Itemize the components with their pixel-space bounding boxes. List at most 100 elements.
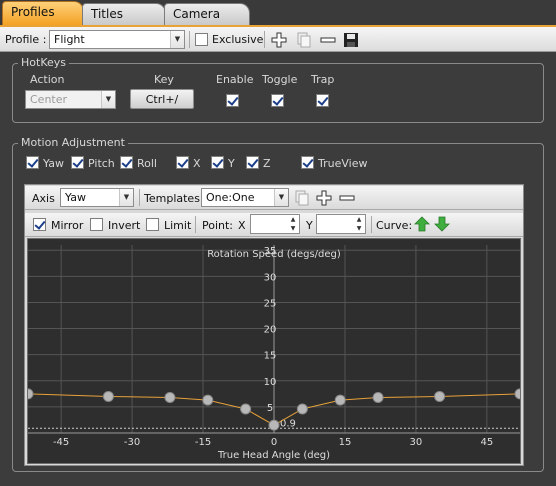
yaw-label: Yaw — [43, 157, 64, 170]
curve-label: Curve: — [376, 219, 413, 232]
roll-checkbox[interactable] — [120, 156, 133, 169]
invert-checkbox[interactable] — [90, 218, 103, 231]
hotkey-action-value: Center — [30, 93, 68, 106]
chevron-down-icon: ▼ — [101, 91, 115, 108]
tab-titles-label: Titles — [91, 7, 123, 21]
mirror-checkbox[interactable] — [33, 218, 46, 231]
curve-down-arrow-icon[interactable] — [434, 216, 450, 232]
hotkeys-action-header: Action — [30, 73, 65, 86]
hotkey-toggle-checkbox[interactable] — [271, 94, 284, 107]
hotkey-key-button[interactable]: Ctrl+/ — [130, 89, 194, 109]
y-label: Y — [228, 157, 235, 170]
axis-label: Axis — [32, 192, 55, 205]
y-tick-label: 25 — [264, 298, 277, 309]
invert-label: Invert — [108, 219, 141, 232]
x-tick-label: 0 — [271, 437, 277, 448]
x-axis-title: True Head Angle (deg) — [217, 450, 330, 461]
pitch-checkbox[interactable] — [71, 156, 84, 169]
motion-adjustment-title: Motion Adjustment — [18, 136, 128, 149]
profile-select[interactable]: Flight ▼ — [49, 30, 185, 49]
point-label: Point: — [202, 219, 234, 232]
roll-label: Roll — [137, 157, 157, 170]
x-tick-label: -45 — [53, 437, 69, 448]
templates-select[interactable]: One:One ▼ — [201, 188, 289, 207]
hotkey-enable-checkbox[interactable] — [226, 94, 239, 107]
spin-down-icon[interactable]: ▼ — [287, 224, 299, 233]
tab-titles[interactable]: Titles — [82, 3, 166, 25]
tab-profiles-label: Profiles — [11, 5, 55, 19]
hotkeys-key-header: Key — [154, 73, 174, 86]
chevron-down-icon: ▼ — [170, 31, 184, 48]
toolbar-separator — [264, 31, 265, 48]
tab-profiles[interactable]: Profiles — [2, 1, 84, 26]
tab-bar: Profiles Titles Camera — [0, 0, 556, 26]
spin-down-icon[interactable]: ▼ — [353, 224, 365, 233]
point-y-spinner[interactable]: ▲ ▼ — [316, 214, 366, 234]
y-tick-label: 10 — [264, 377, 277, 388]
curve-up-arrow-icon[interactable] — [414, 216, 430, 232]
copy-icon[interactable] — [294, 190, 310, 206]
z-label: Z — [263, 157, 271, 170]
spin-up-icon[interactable]: ▲ — [287, 215, 299, 224]
remove-icon[interactable] — [339, 190, 355, 206]
curve-point — [202, 394, 214, 406]
mirror-label: Mirror — [51, 219, 84, 232]
exclusive-checkbox[interactable] — [195, 33, 208, 46]
x-tick-label: -30 — [124, 437, 140, 448]
hotkey-action-select[interactable]: Center ▼ — [25, 90, 116, 109]
limit-checkbox[interactable] — [146, 218, 159, 231]
x-checkbox[interactable] — [176, 156, 189, 169]
curve-editor-toolbar-2: Mirror Invert Limit Point: X ▲ ▼ Y ▲ ▼ C… — [25, 213, 523, 237]
curve-point — [372, 391, 384, 403]
curve-plot[interactable]: 5 10 15 20 25 30 35 -45 -30 -15 0 15 30 45 Rotation Sp… — [22, 238, 526, 464]
limit-label: Limit — [164, 219, 192, 232]
pitch-label: Pitch — [88, 157, 115, 170]
add-icon[interactable] — [271, 32, 287, 48]
y-tick-label: 30 — [264, 272, 277, 283]
curve-editor-toolbar-1: Axis Yaw ▼ Templates One:One ▼ — [25, 186, 523, 210]
curve-point — [240, 403, 252, 415]
yaw-checkbox[interactable] — [26, 156, 39, 169]
y-axis-title: Rotation Speed (degs/deg) — [207, 249, 341, 260]
chevron-down-icon: ▼ — [119, 189, 133, 206]
hotkeys-toggle-header: Toggle — [262, 73, 298, 86]
hotkeys-title: HotKeys — [18, 56, 69, 69]
point-x-spinner[interactable]: ▲ ▼ — [250, 214, 300, 234]
curve-point — [434, 390, 446, 402]
templates-label: Templates — [144, 192, 200, 205]
tab-camera[interactable]: Camera — [164, 3, 250, 25]
curve-chart[interactable]: 5101520253035-45 -30 -15 0 15 30 45Rotation Sp… — [22, 239, 526, 463]
trueview-label: TrueView — [318, 157, 368, 170]
spin-up-icon[interactable]: ▲ — [353, 215, 365, 224]
y-checkbox[interactable] — [211, 156, 224, 169]
curve-point — [296, 403, 308, 415]
copy-icon[interactable] — [296, 32, 312, 48]
tab-camera-label: Camera — [173, 7, 221, 21]
hotkey-trap-checkbox[interactable] — [316, 94, 329, 107]
profile-label: Profile : — [5, 33, 47, 46]
y-tick-label: 15 — [264, 351, 277, 362]
exclusive-label: Exclusive — [212, 33, 264, 46]
axis-select[interactable]: Yaw ▼ — [60, 188, 134, 207]
hotkeys-enable-header: Enable — [216, 73, 254, 86]
chevron-down-icon: ▼ — [274, 189, 288, 206]
hotkeys-trap-header: Trap — [311, 73, 335, 86]
curve-point — [334, 394, 346, 406]
templates-select-value: One:One — [206, 191, 255, 204]
remove-icon[interactable] — [320, 32, 336, 48]
x-tick-label: -15 — [195, 437, 211, 448]
trueview-checkbox[interactable] — [301, 156, 314, 169]
save-icon[interactable] — [343, 32, 359, 48]
z-checkbox[interactable] — [246, 156, 259, 169]
curve-point — [22, 388, 34, 400]
toolbar-separator — [139, 189, 140, 206]
curve-point — [164, 391, 176, 403]
curve-point — [268, 419, 280, 431]
x-tick-label: 45 — [481, 437, 494, 448]
curve-editor: Axis Yaw ▼ Templates One:One ▼ Mirror In… — [22, 184, 526, 466]
x-tick-label: 15 — [339, 437, 352, 448]
y-tick-label: 5 — [267, 403, 273, 414]
add-icon[interactable] — [316, 190, 332, 206]
curve-point — [102, 390, 114, 402]
point-y-label: Y — [306, 219, 313, 232]
